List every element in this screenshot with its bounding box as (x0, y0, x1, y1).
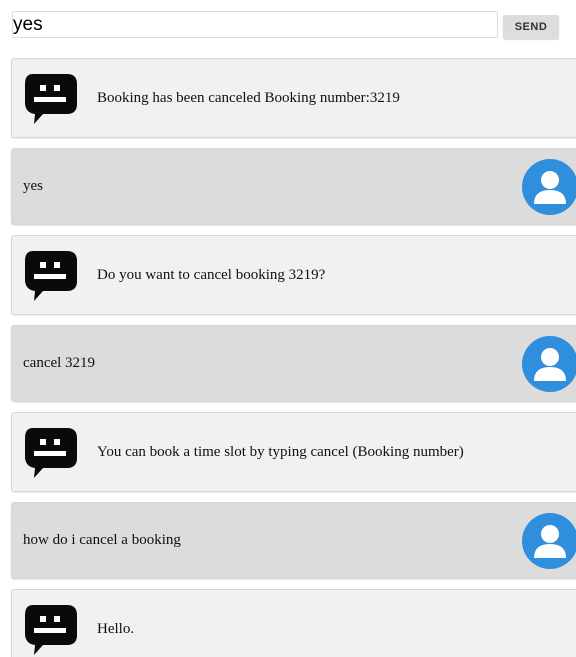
bot-message: Do you want to cancel booking 3219? (11, 235, 576, 315)
user-message: how do i cancel a booking (11, 502, 576, 579)
bot-message: Hello. (11, 589, 576, 657)
user-avatar-icon (522, 159, 576, 215)
bot-avatar-icon (23, 426, 77, 480)
user-message: yes (11, 148, 576, 225)
message-text: how do i cancel a booking (23, 532, 181, 548)
message-list: Booking has been canceled Booking number… (11, 58, 576, 657)
send-button[interactable]: SEND (503, 15, 559, 39)
user-avatar-icon (522, 513, 576, 569)
message-input-row: SEND (12, 11, 576, 39)
bot-avatar-icon (23, 603, 77, 657)
message-text: Do you want to cancel booking 3219? (97, 266, 326, 283)
bot-avatar-icon (23, 249, 77, 303)
bot-message: You can book a time slot by typing cance… (11, 412, 576, 492)
message-text: You can book a time slot by typing cance… (97, 443, 464, 460)
message-text: Booking has been canceled Booking number… (97, 89, 400, 106)
message-input[interactable] (12, 11, 498, 38)
bot-avatar-icon (23, 72, 77, 126)
user-avatar-icon (522, 336, 576, 392)
chat-page: SEND Booking has been canceled Booking n… (0, 0, 576, 657)
message-text: cancel 3219 (23, 355, 96, 371)
user-message: cancel 3219 (11, 325, 576, 402)
bot-message: Booking has been canceled Booking number… (11, 58, 576, 138)
message-text: Hello. (97, 620, 135, 637)
message-text: yes (23, 178, 43, 194)
